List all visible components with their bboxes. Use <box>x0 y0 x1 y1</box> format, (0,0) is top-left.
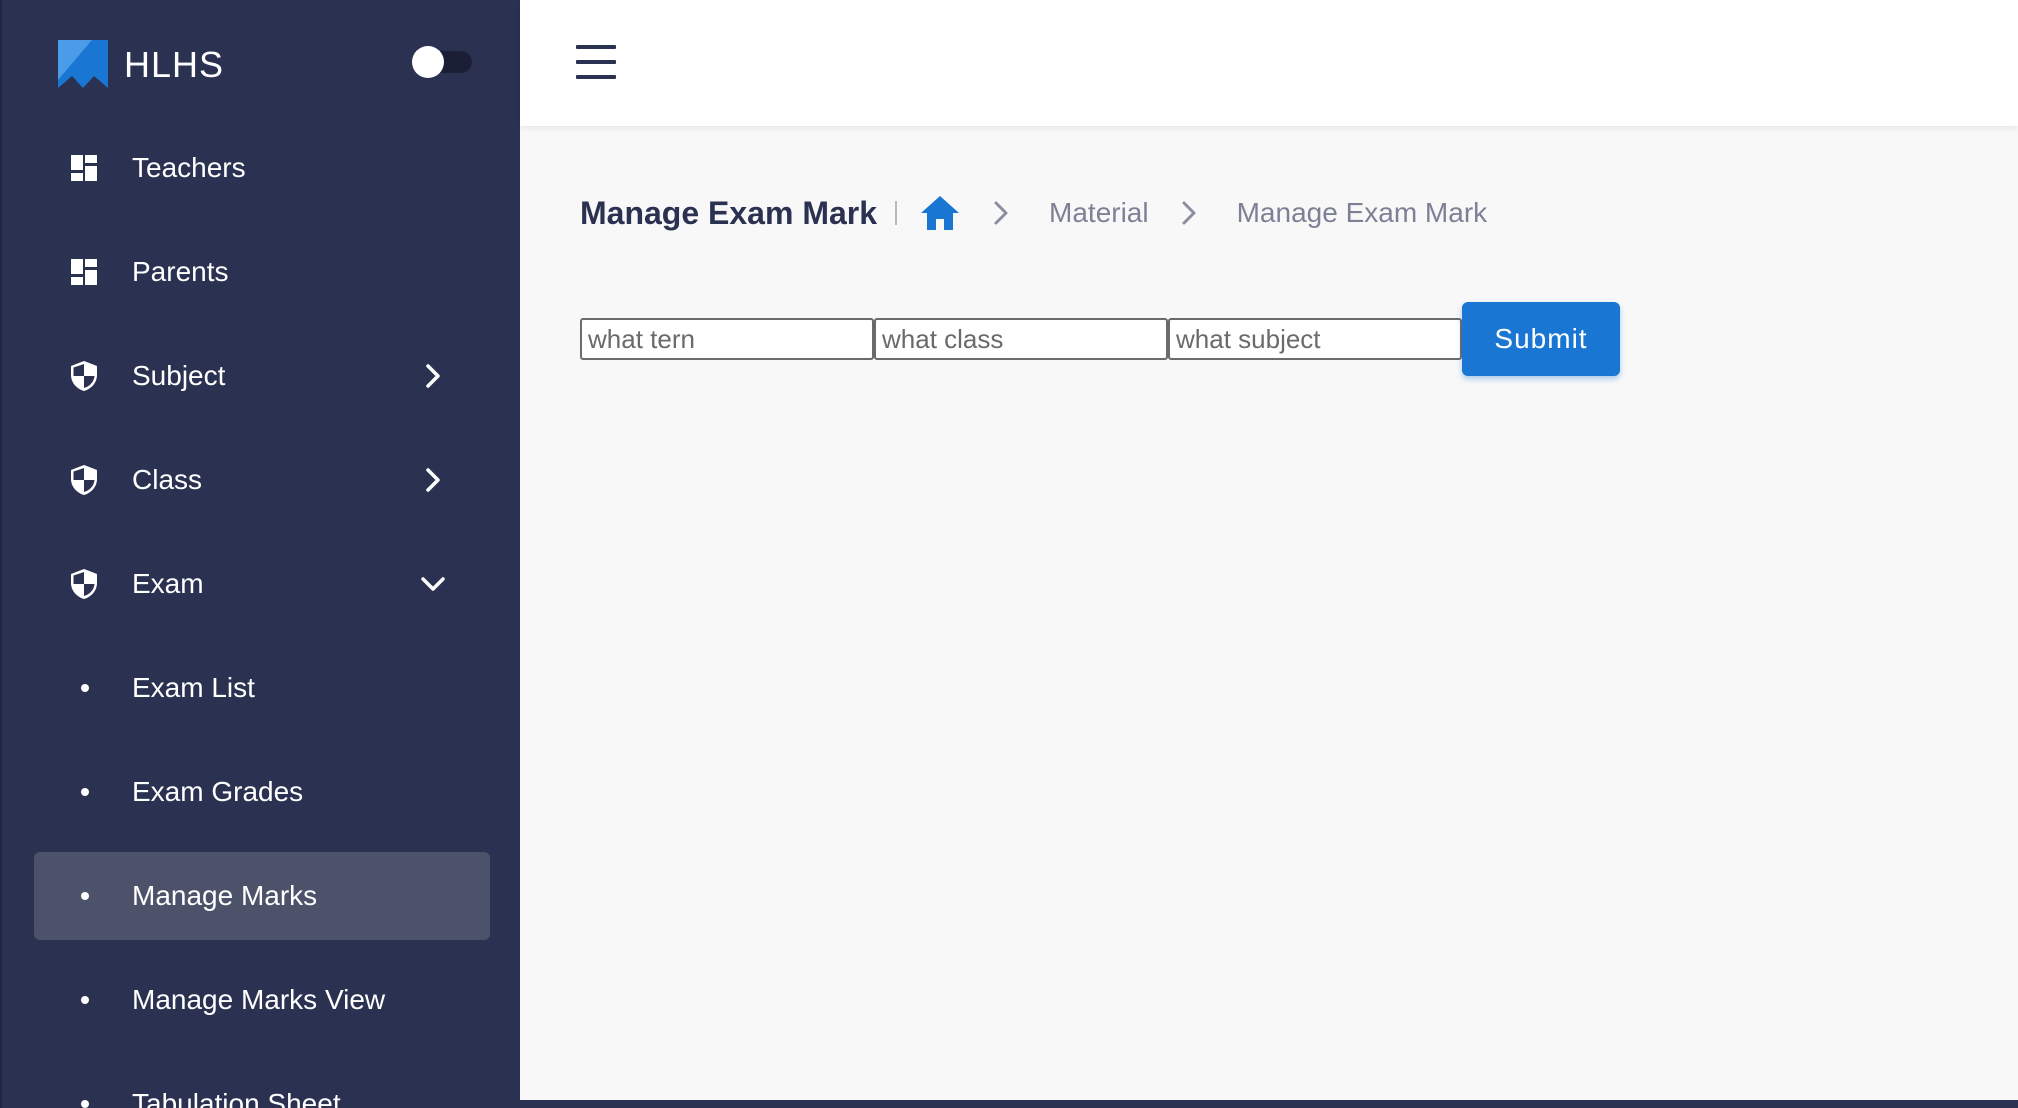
sidebar-item-teachers[interactable]: Teachers <box>34 124 490 212</box>
sidebar-item-label: Manage Marks View <box>132 984 386 1015</box>
sidebar-item-label: Exam <box>132 568 204 599</box>
bullet-icon <box>81 1100 89 1108</box>
breadcrumb-material[interactable]: Material <box>1049 197 1149 229</box>
submit-button[interactable]: Submit <box>1462 302 1620 376</box>
top-bar <box>520 0 2018 126</box>
sidebar-item-label: Class <box>132 464 203 495</box>
sidebar-item-label: Teachers <box>132 152 246 183</box>
brand-name: HLHS <box>124 44 225 85</box>
page-header: Manage Exam Mark Material Manage Exam Ma… <box>580 188 1487 238</box>
bullet-icon <box>81 996 89 1004</box>
theme-toggle[interactable] <box>412 46 472 78</box>
sidebar-item-label: Parents <box>132 256 229 287</box>
sidebar-item-manage-marks[interactable]: Manage Marks <box>34 852 490 940</box>
sidebar-item-label: Tabulation Sheet <box>132 1088 341 1108</box>
hamburger-menu-icon[interactable] <box>576 45 616 79</box>
chevron-down-icon <box>418 569 448 599</box>
sidebar: HLHS Teachers Parents Subject Class Exam… <box>0 0 520 1108</box>
sidebar-item-label: Exam Grades <box>132 776 304 807</box>
sidebar-item-label: Subject <box>132 360 226 391</box>
sidebar-item-parents[interactable]: Parents <box>34 228 490 316</box>
shield-icon <box>68 464 100 496</box>
bullet-icon <box>81 892 89 900</box>
chevron-right-icon <box>991 199 1019 227</box>
bullet-icon <box>81 684 89 692</box>
sidebar-item-label: Manage Marks <box>132 880 318 911</box>
breadcrumb-current: Manage Exam Mark <box>1236 197 1488 228</box>
main-content: Manage Exam Mark Material Manage Exam Ma… <box>520 0 2018 1100</box>
class-input[interactable] <box>874 318 1168 360</box>
chevron-right-icon <box>418 361 448 391</box>
sidebar-item-subject[interactable]: Subject <box>34 332 490 420</box>
bottom-edge <box>520 1100 2018 1108</box>
sidebar-item-class[interactable]: Class <box>34 436 490 524</box>
shield-icon <box>68 360 100 392</box>
sidebar-item-tabulation-sheet[interactable]: Tabulation Sheet <box>34 1060 490 1108</box>
exam-mark-form: Submit <box>580 302 1620 376</box>
dashboard-icon <box>68 152 100 184</box>
chevron-right-icon <box>1179 199 1207 227</box>
shield-icon <box>68 568 100 600</box>
sidebar-item-exam-grades[interactable]: Exam Grades <box>34 748 490 836</box>
brand[interactable]: HLHS <box>58 38 224 92</box>
bullet-icon <box>81 788 89 796</box>
sidebar-item-label: Exam List <box>132 672 255 703</box>
page-title: Manage Exam Mark <box>580 194 878 231</box>
term-input[interactable] <box>580 318 874 360</box>
title-divider <box>895 201 898 225</box>
chevron-right-icon <box>418 465 448 495</box>
toggle-knob <box>412 46 444 78</box>
sidebar-item-exam-list[interactable]: Exam List <box>34 644 490 732</box>
home-icon[interactable] <box>919 192 961 234</box>
subject-input[interactable] <box>1168 318 1462 360</box>
dashboard-icon <box>68 256 100 288</box>
sidebar-item-manage-marks-view[interactable]: Manage Marks View <box>34 956 490 1044</box>
sidebar-item-exam[interactable]: Exam <box>34 540 490 628</box>
brand-logo-icon <box>58 40 108 88</box>
